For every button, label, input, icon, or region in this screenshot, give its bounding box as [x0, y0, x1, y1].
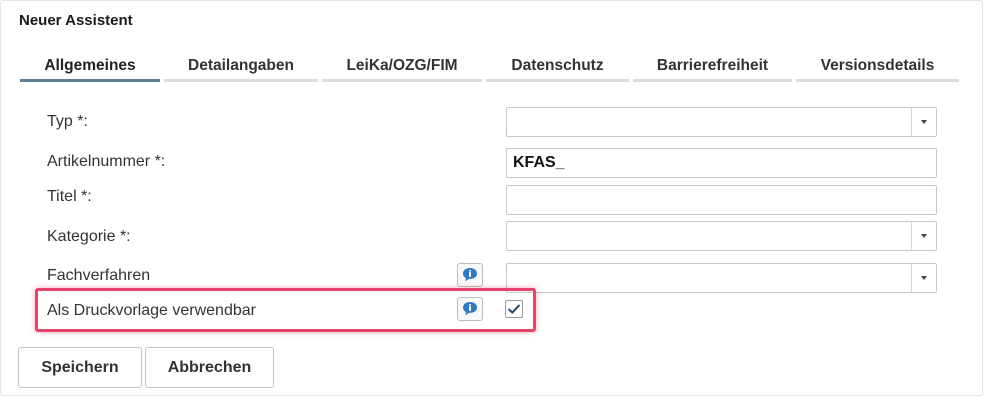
info-bubble-icon	[463, 268, 477, 282]
tab-allgemeines[interactable]: Allgemeines	[20, 55, 160, 82]
fachverfahren-dropdown-toggle[interactable]	[911, 264, 936, 292]
kategorie-label: Kategorie *:	[47, 228, 131, 245]
chevron-down-icon	[921, 234, 927, 238]
typ-select[interactable]	[506, 107, 937, 137]
artikelnummer-label: Artikelnummer *:	[47, 153, 166, 170]
tab-leika-ozg-fim[interactable]: LeiKa/OZG/FIM	[322, 55, 482, 82]
kategorie-select[interactable]	[506, 221, 937, 251]
tab-datenschutz[interactable]: Datenschutz	[486, 55, 629, 82]
fachverfahren-select[interactable]	[506, 263, 937, 293]
typ-label: Typ *:	[47, 113, 88, 130]
titel-field-box	[506, 185, 937, 215]
druckvorlage-label: Als Druckvorlage verwendbar	[47, 302, 256, 319]
save-button[interactable]: Speichern	[18, 347, 142, 388]
chevron-down-icon	[921, 276, 927, 280]
titel-label: Titel *:	[47, 188, 92, 205]
info-bubble-icon	[463, 302, 477, 316]
dialog-title: Neuer Assistent	[19, 12, 133, 29]
druckvorlage-info-button[interactable]	[457, 297, 483, 321]
kategorie-dropdown-toggle[interactable]	[911, 222, 936, 250]
artikelnummer-field-box	[506, 148, 937, 178]
cancel-button[interactable]: Abbrechen	[145, 347, 274, 388]
artikelnummer-input[interactable]	[507, 149, 936, 177]
typ-dropdown-toggle[interactable]	[911, 108, 936, 136]
fachverfahren-info-button[interactable]	[457, 263, 483, 287]
tab-barrierefreiheit[interactable]: Barrierefreiheit	[633, 55, 792, 82]
tab-detailangaben[interactable]: Detailangaben	[164, 55, 318, 82]
checkmark-icon	[508, 304, 520, 314]
druckvorlage-checkbox[interactable]	[505, 300, 523, 318]
tab-versionsdetails[interactable]: Versionsdetails	[796, 55, 959, 82]
chevron-down-icon	[921, 120, 927, 124]
titel-input[interactable]	[507, 186, 936, 214]
fachverfahren-label: Fachverfahren	[47, 267, 151, 284]
